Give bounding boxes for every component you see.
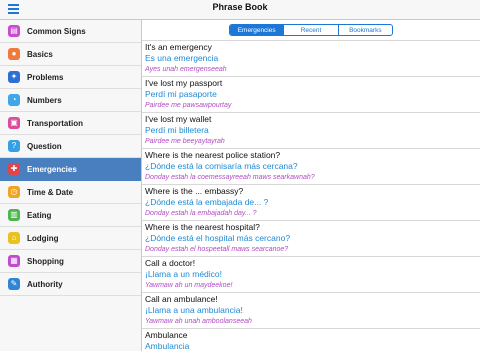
phrase-pronunciation: Pairdee me pawsawpourtay: [142, 100, 480, 113]
phrase-english: Call a doctor!: [145, 258, 196, 268]
sidebar-item-label: Question: [27, 141, 62, 151]
page-title: Phrase Book: [212, 2, 268, 12]
phrase-english: Call an ambulance!: [145, 294, 218, 304]
phrase-pronunciation: Donday estah la embajadah day... ?: [142, 208, 480, 221]
tab-bar: Emergencies Recent Bookmarks: [142, 20, 480, 41]
phrase-list: It's an emergency Es una emergencia Ayes u…: [142, 41, 480, 351]
phrase-english: Where is the ... embassy?: [145, 186, 244, 196]
segmented-control: Emergencies Recent Bookmarks: [229, 24, 393, 36]
phrase-pronunciation: Yawmaw ah un maydeekoe!: [142, 280, 480, 293]
sidebar-item-shopping[interactable]: ▦ Shopping: [0, 250, 141, 273]
phrase-item[interactable]: Where is the ... embassy? ¿Dónde está la …: [142, 185, 480, 221]
phrase-item[interactable]: Where is the nearest police station? ¿Dón…: [142, 149, 480, 185]
home-icon: ⌂: [8, 232, 20, 244]
tab-bookmarks[interactable]: Bookmarks: [339, 25, 392, 35]
sidebar-item-label: Common Signs: [27, 26, 86, 36]
phrase-translation: ¿Dónde está el hospital más cercano?: [145, 233, 291, 243]
phrase-item[interactable]: Where is the nearest hospital? ¿Dónde est…: [142, 221, 480, 257]
phrase-item[interactable]: Call a doctor! ¡Llama a un médico! Yawmaw …: [142, 257, 480, 293]
category-sidebar: ▤ Common Signs ● Basics ✦ Problems ◔ Numbers ▣ Tr…: [0, 20, 142, 351]
phrase-item[interactable]: It's an emergency Es una emergencia Ayes u…: [142, 41, 480, 77]
sidebar-item-numbers[interactable]: ◔ Numbers: [0, 89, 141, 112]
signs-icon: ▤: [8, 25, 20, 37]
phrase-translation: Es una emergencia: [145, 53, 219, 63]
sidebar-item-problems[interactable]: ✦ Problems: [0, 66, 141, 89]
cart-icon: ▦: [8, 255, 20, 267]
clock-icon: ◷: [8, 186, 20, 198]
sidebar-item-authority[interactable]: ✎ Authority: [0, 273, 141, 296]
emergency-icon: ✚: [8, 163, 20, 175]
sidebar-item-label: Basics: [27, 49, 53, 59]
navigation-bar: Phrase Book: [0, 0, 480, 20]
phrase-english: Where is the nearest police station?: [145, 150, 281, 160]
phrase-english: I've lost my wallet: [145, 114, 212, 124]
sidebar-item-label: Eating: [27, 210, 52, 220]
phrase-english: I've lost my passport: [145, 78, 223, 88]
sidebar-item-label: Shopping: [27, 256, 64, 266]
pen-icon: ✎: [8, 278, 20, 290]
sidebar-item-label: Transportation: [27, 118, 84, 128]
sidebar-item-basics[interactable]: ● Basics: [0, 43, 141, 66]
sidebar-item-label: Time & Date: [27, 187, 74, 197]
tab-recent[interactable]: Recent: [284, 25, 339, 35]
phrase-translation: ¿Dónde está la comisaría más cercana?: [145, 161, 298, 171]
tab-emergencies[interactable]: Emergencies: [230, 25, 285, 35]
phrase-english: Ambulance: [145, 330, 188, 340]
sidebar-item-common-signs[interactable]: ▤ Common Signs: [0, 20, 141, 43]
phrase-pronunciation: Pairdee me beeyaytayrah: [142, 136, 480, 149]
phrase-translation: Perdí mi billetera: [145, 125, 209, 135]
phrase-item[interactable]: Ambulance Ambulancia: [142, 329, 480, 351]
sidebar-item-label: Numbers: [27, 95, 62, 105]
sidebar-item-eating[interactable]: ▥ Eating: [0, 204, 141, 227]
bus-icon: ▣: [8, 117, 20, 129]
phrase-item[interactable]: Call an ambulance! ¡Llama a una ambulanci…: [142, 293, 480, 329]
sidebar-item-lodging[interactable]: ⌂ Lodging: [0, 227, 141, 250]
phrase-translation: Ambulancia: [145, 341, 190, 351]
phrase-english: Where is the nearest hospital?: [145, 222, 260, 232]
phrase-translation: Perdí mi pasaporte: [145, 89, 217, 99]
phrase-pronunciation: Donday estah la coemessayreeah maws sear…: [142, 172, 480, 185]
numbers-icon: ◔: [8, 94, 20, 106]
question-icon: ?: [8, 140, 20, 152]
sidebar-item-label: Emergencies: [27, 164, 77, 174]
sidebar-item-label: Problems: [27, 72, 64, 82]
phrase-translation: ¡Llama a una ambulancia!: [145, 305, 243, 315]
eating-icon: ▥: [8, 209, 20, 221]
sidebar-item-label: Lodging: [27, 233, 59, 243]
phrase-translation: ¡Llama a un médico!: [145, 269, 223, 279]
phrase-item[interactable]: I've lost my wallet Perdí mi billetera Pai…: [142, 113, 480, 149]
phrase-translation: ¿Dónde está la embajada de... ?: [145, 197, 269, 207]
phrase-list-panel: Emergencies Recent Bookmarks It's an emerg…: [142, 20, 480, 351]
phrase-pronunciation: Ayes unah emergenseeah: [142, 64, 480, 77]
chat-icon: ●: [8, 48, 20, 60]
sidebar-item-transportation[interactable]: ▣ Transportation: [0, 112, 141, 135]
phrase-item[interactable]: I've lost my passport Perdí mi pasaporte P…: [142, 77, 480, 113]
phrase-pronunciation: Donday estah el hospeetall maws searcano…: [142, 244, 480, 257]
sidebar-item-time-date[interactable]: ◷ Time & Date: [0, 181, 141, 204]
phrase-english: It's an emergency: [145, 42, 212, 52]
sidebar-item-emergencies[interactable]: ✚ Emergencies: [0, 158, 141, 181]
phrase-pronunciation: Yawmaw ah unah amboolanseeah: [142, 316, 480, 329]
problems-icon: ✦: [8, 71, 20, 83]
sidebar-item-label: Authority: [27, 279, 63, 289]
sidebar-item-question[interactable]: ? Question: [0, 135, 141, 158]
